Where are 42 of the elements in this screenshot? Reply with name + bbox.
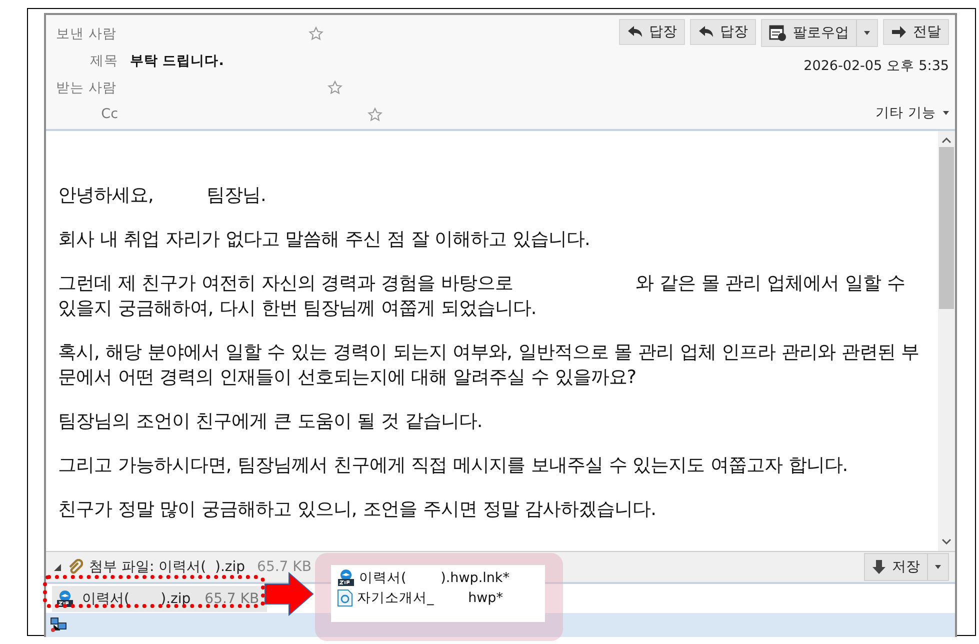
document-icon (337, 589, 353, 607)
sender-label: 보낸 사람 (56, 25, 118, 43)
recipient-label: 받는 사람 (56, 79, 118, 97)
reply-icon (627, 25, 643, 39)
star-icon[interactable] (327, 80, 343, 96)
file-name: 이력서( ).hwp.lnk* (359, 569, 510, 587)
forward-button[interactable]: 전달 (883, 19, 949, 45)
scroll-down-icon[interactable] (942, 539, 951, 545)
attachment-summary: 첨부 파일: 이력서( ).zip (89, 558, 246, 576)
file-name: 이력서( ).zip (82, 590, 191, 608)
message-paragraph: 혹시, 해당 분야에서 일할 수 있는 경력이 되는지 여부와, 일반적으로 몰 관리 업체 인프라 관리와 관련된 부문에서 어떤 경력의 인재들이 선호되는지에 대해 알려주실 수 있을까요? (58, 341, 920, 390)
download-arrow-icon (872, 559, 886, 575)
message-paragraph: 그런데 제 친구가 여전히 자신의 경력과 경험을 바탕으로 와 같은 몰 관리 업체에서 일할 수 있을지 궁금해하여, 다시 한번 팀장님께 여쭙게 되었습니다. (58, 272, 906, 321)
annotation-arrow (264, 572, 314, 616)
zip-file-icon (56, 590, 74, 608)
date-text: 2026-02-05 오후 5:35 (804, 57, 949, 75)
attachment-item[interactable]: 이력서( ).zip 65.7 KB (52, 586, 268, 612)
message-paragraph: 그리고 가능하시다면, 팀장님께서 친구에게 직접 메시지를 보내주실 수 있는지도 여쭙고자 합니다. (58, 454, 850, 478)
expand-toggle-icon[interactable] (54, 564, 61, 570)
more-actions-menu[interactable]: 기타 기능 (876, 104, 949, 122)
message-paragraph: 친구가 정말 많이 궁금해하고 있으니, 조언을 주시면 정말 감사하겠습니다. (58, 498, 658, 522)
message-paragraph: 안녕하세요, 팀장님. (58, 184, 268, 208)
star-icon[interactable] (367, 107, 383, 123)
paperclip-icon (67, 559, 83, 575)
file-size: 65.7 KB (204, 590, 260, 606)
scrollbar[interactable] (938, 131, 955, 551)
calendar-icon (769, 25, 787, 41)
reply-button[interactable]: 답장 (690, 19, 756, 45)
file-size: 65.7 KB (257, 559, 312, 575)
message-paragraph: 회사 내 취업 자리가 없다고 말씀해 주신 점 잘 이해하고 있습니다. (58, 228, 592, 252)
zip-file-icon (337, 569, 355, 587)
subject-label: 제목 (89, 52, 119, 70)
arrow-right-icon (891, 25, 907, 39)
cc-label: Cc (100, 106, 119, 124)
subject-text: 부탁 드립니다. (130, 52, 224, 70)
reply-button[interactable]: 답장 (619, 19, 685, 45)
scroll-up-icon[interactable] (942, 137, 951, 143)
star-icon[interactable] (308, 26, 324, 42)
file-name: 자기소개서_ hwp* (357, 589, 503, 607)
reply-icon (698, 25, 714, 39)
message-paragraph: 팀장님의 조언이 친구에게 큰 도움이 될 것 같습니다. (58, 410, 484, 434)
network-computer-icon (50, 617, 67, 633)
